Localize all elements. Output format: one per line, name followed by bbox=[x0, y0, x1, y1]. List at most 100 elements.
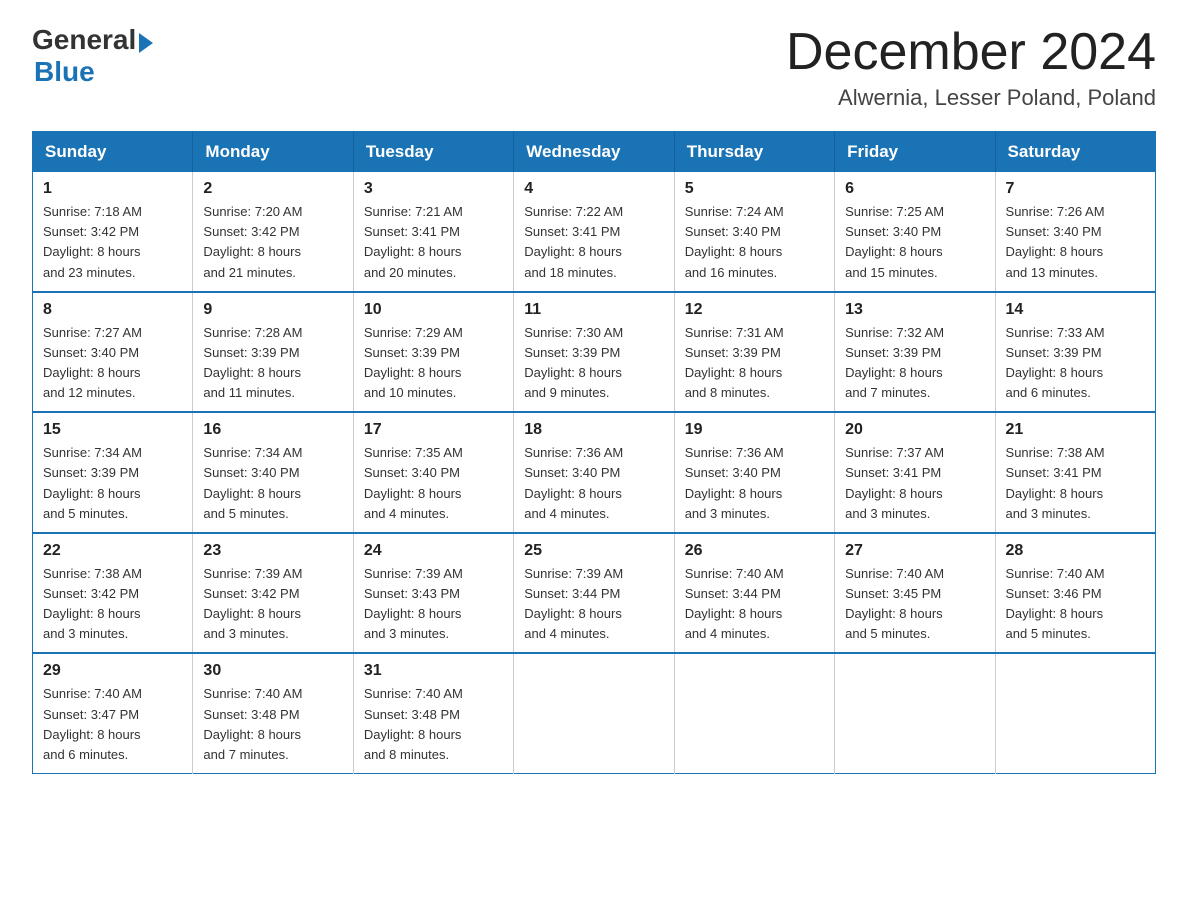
day-info: Sunrise: 7:36 AMSunset: 3:40 PMDaylight:… bbox=[524, 443, 663, 524]
calendar-cell: 28Sunrise: 7:40 AMSunset: 3:46 PMDayligh… bbox=[995, 533, 1155, 654]
day-number: 30 bbox=[203, 662, 342, 680]
calendar-cell: 4Sunrise: 7:22 AMSunset: 3:41 PMDaylight… bbox=[514, 172, 674, 292]
day-info: Sunrise: 7:39 AMSunset: 3:43 PMDaylight:… bbox=[364, 564, 503, 645]
calendar-cell: 13Sunrise: 7:32 AMSunset: 3:39 PMDayligh… bbox=[835, 292, 995, 413]
calendar-cell: 25 Sunrise: 7:39 AMSunset: 3:44 PMDayligh… bbox=[514, 533, 674, 654]
day-number: 24 bbox=[364, 542, 503, 560]
day-info: Sunrise: 7:26 AMSunset: 3:40 PMDaylight:… bbox=[1006, 202, 1145, 283]
day-number: 29 bbox=[43, 662, 182, 680]
day-info: Sunrise: 7:31 AMSunset: 3:39 PMDaylight:… bbox=[685, 323, 824, 404]
day-number: 17 bbox=[364, 421, 503, 439]
day-info: Sunrise: 7:34 AMSunset: 3:39 PMDaylight:… bbox=[43, 443, 182, 524]
calendar-cell: 14Sunrise: 7:33 AMSunset: 3:39 PMDayligh… bbox=[995, 292, 1155, 413]
weekday-header-friday: Friday bbox=[835, 132, 995, 173]
calendar-title: December 2024 bbox=[786, 24, 1156, 81]
page-header: General Blue December 2024 Alwernia, Les… bbox=[32, 24, 1156, 111]
day-number: 31 bbox=[364, 662, 503, 680]
weekday-header-sunday: Sunday bbox=[33, 132, 193, 173]
day-number: 20 bbox=[845, 421, 984, 439]
calendar-cell: 12 Sunrise: 7:31 AMSunset: 3:39 PMDayligh… bbox=[674, 292, 834, 413]
weekday-header-row: SundayMondayTuesdayWednesdayThursdayFrid… bbox=[33, 132, 1156, 173]
logo-blue-text: Blue bbox=[34, 56, 95, 88]
calendar-cell: 5 Sunrise: 7:24 AMSunset: 3:40 PMDaylight… bbox=[674, 172, 834, 292]
calendar-cell: 26Sunrise: 7:40 AMSunset: 3:44 PMDayligh… bbox=[674, 533, 834, 654]
day-number: 15 bbox=[43, 421, 182, 439]
day-number: 3 bbox=[364, 180, 503, 198]
calendar-cell: 1 Sunrise: 7:18 AMSunset: 3:42 PMDaylight… bbox=[33, 172, 193, 292]
day-number: 22 bbox=[43, 542, 182, 560]
calendar-cell: 23 Sunrise: 7:39 AMSunset: 3:42 PMDayligh… bbox=[193, 533, 353, 654]
calendar-cell: 29 Sunrise: 7:40 AMSunset: 3:47 PMDayligh… bbox=[33, 653, 193, 773]
calendar-cell bbox=[514, 653, 674, 773]
calendar-cell: 18 Sunrise: 7:36 AMSunset: 3:40 PMDayligh… bbox=[514, 412, 674, 533]
day-number: 16 bbox=[203, 421, 342, 439]
day-number: 13 bbox=[845, 301, 984, 319]
weekday-header-saturday: Saturday bbox=[995, 132, 1155, 173]
day-number: 8 bbox=[43, 301, 182, 319]
weekday-header-tuesday: Tuesday bbox=[353, 132, 513, 173]
day-info: Sunrise: 7:21 AMSunset: 3:41 PMDaylight:… bbox=[364, 202, 503, 283]
day-info: Sunrise: 7:35 AMSunset: 3:40 PMDaylight:… bbox=[364, 443, 503, 524]
calendar-cell: 24 Sunrise: 7:39 AMSunset: 3:43 PMDayligh… bbox=[353, 533, 513, 654]
day-number: 9 bbox=[203, 301, 342, 319]
day-number: 12 bbox=[685, 301, 824, 319]
logo-arrow-icon bbox=[139, 33, 153, 53]
day-info: Sunrise: 7:40 AMSunset: 3:45 PMDaylight:… bbox=[845, 564, 984, 645]
calendar-cell bbox=[995, 653, 1155, 773]
calendar-cell: 30 Sunrise: 7:40 AMSunset: 3:48 PMDayligh… bbox=[193, 653, 353, 773]
day-info: Sunrise: 7:38 AMSunset: 3:41 PMDaylight:… bbox=[1006, 443, 1145, 524]
day-number: 6 bbox=[845, 180, 984, 198]
day-info: Sunrise: 7:25 AMSunset: 3:40 PMDaylight:… bbox=[845, 202, 984, 283]
day-info: Sunrise: 7:39 AMSunset: 3:44 PMDaylight:… bbox=[524, 564, 663, 645]
calendar-cell: 15 Sunrise: 7:34 AMSunset: 3:39 PMDayligh… bbox=[33, 412, 193, 533]
day-number: 25 bbox=[524, 542, 663, 560]
calendar-cell: 8 Sunrise: 7:27 AMSunset: 3:40 PMDaylight… bbox=[33, 292, 193, 413]
calendar-week-3: 15 Sunrise: 7:34 AMSunset: 3:39 PMDayligh… bbox=[33, 412, 1156, 533]
weekday-header-wednesday: Wednesday bbox=[514, 132, 674, 173]
calendar-cell: 6 Sunrise: 7:25 AMSunset: 3:40 PMDaylight… bbox=[835, 172, 995, 292]
calendar-location: Alwernia, Lesser Poland, Poland bbox=[786, 85, 1156, 111]
calendar-table: SundayMondayTuesdayWednesdayThursdayFrid… bbox=[32, 131, 1156, 774]
calendar-cell bbox=[674, 653, 834, 773]
day-info: Sunrise: 7:40 AMSunset: 3:44 PMDaylight:… bbox=[685, 564, 824, 645]
calendar-cell: 11Sunrise: 7:30 AMSunset: 3:39 PMDayligh… bbox=[514, 292, 674, 413]
calendar-cell: 2Sunrise: 7:20 AMSunset: 3:42 PMDaylight… bbox=[193, 172, 353, 292]
calendar-week-1: 1 Sunrise: 7:18 AMSunset: 3:42 PMDaylight… bbox=[33, 172, 1156, 292]
day-info: Sunrise: 7:28 AMSunset: 3:39 PMDaylight:… bbox=[203, 323, 342, 404]
calendar-week-4: 22 Sunrise: 7:38 AMSunset: 3:42 PMDayligh… bbox=[33, 533, 1156, 654]
day-info: Sunrise: 7:40 AMSunset: 3:48 PMDaylight:… bbox=[203, 684, 342, 765]
calendar-week-2: 8 Sunrise: 7:27 AMSunset: 3:40 PMDaylight… bbox=[33, 292, 1156, 413]
day-info: Sunrise: 7:22 AMSunset: 3:41 PMDaylight:… bbox=[524, 202, 663, 283]
day-info: Sunrise: 7:20 AMSunset: 3:42 PMDaylight:… bbox=[203, 202, 342, 283]
day-number: 1 bbox=[43, 180, 182, 198]
logo-general-text: General bbox=[32, 24, 136, 56]
day-number: 27 bbox=[845, 542, 984, 560]
day-info: Sunrise: 7:18 AMSunset: 3:42 PMDaylight:… bbox=[43, 202, 182, 283]
weekday-header-monday: Monday bbox=[193, 132, 353, 173]
day-number: 28 bbox=[1006, 542, 1145, 560]
day-number: 5 bbox=[685, 180, 824, 198]
day-info: Sunrise: 7:30 AMSunset: 3:39 PMDaylight:… bbox=[524, 323, 663, 404]
calendar-cell: 9 Sunrise: 7:28 AMSunset: 3:39 PMDaylight… bbox=[193, 292, 353, 413]
calendar-cell: 22 Sunrise: 7:38 AMSunset: 3:42 PMDayligh… bbox=[33, 533, 193, 654]
day-number: 18 bbox=[524, 421, 663, 439]
day-info: Sunrise: 7:24 AMSunset: 3:40 PMDaylight:… bbox=[685, 202, 824, 283]
day-info: Sunrise: 7:34 AMSunset: 3:40 PMDaylight:… bbox=[203, 443, 342, 524]
calendar-cell: 19 Sunrise: 7:36 AMSunset: 3:40 PMDayligh… bbox=[674, 412, 834, 533]
day-number: 23 bbox=[203, 542, 342, 560]
calendar-cell bbox=[835, 653, 995, 773]
day-info: Sunrise: 7:38 AMSunset: 3:42 PMDaylight:… bbox=[43, 564, 182, 645]
logo: General Blue bbox=[32, 24, 153, 88]
day-info: Sunrise: 7:27 AMSunset: 3:40 PMDaylight:… bbox=[43, 323, 182, 404]
day-info: Sunrise: 7:29 AMSunset: 3:39 PMDaylight:… bbox=[364, 323, 503, 404]
day-info: Sunrise: 7:33 AMSunset: 3:39 PMDaylight:… bbox=[1006, 323, 1145, 404]
day-info: Sunrise: 7:37 AMSunset: 3:41 PMDaylight:… bbox=[845, 443, 984, 524]
day-info: Sunrise: 7:40 AMSunset: 3:47 PMDaylight:… bbox=[43, 684, 182, 765]
weekday-header-thursday: Thursday bbox=[674, 132, 834, 173]
day-info: Sunrise: 7:36 AMSunset: 3:40 PMDaylight:… bbox=[685, 443, 824, 524]
day-info: Sunrise: 7:40 AMSunset: 3:48 PMDaylight:… bbox=[364, 684, 503, 765]
day-number: 21 bbox=[1006, 421, 1145, 439]
day-number: 19 bbox=[685, 421, 824, 439]
day-info: Sunrise: 7:39 AMSunset: 3:42 PMDaylight:… bbox=[203, 564, 342, 645]
calendar-cell: 7Sunrise: 7:26 AMSunset: 3:40 PMDaylight… bbox=[995, 172, 1155, 292]
